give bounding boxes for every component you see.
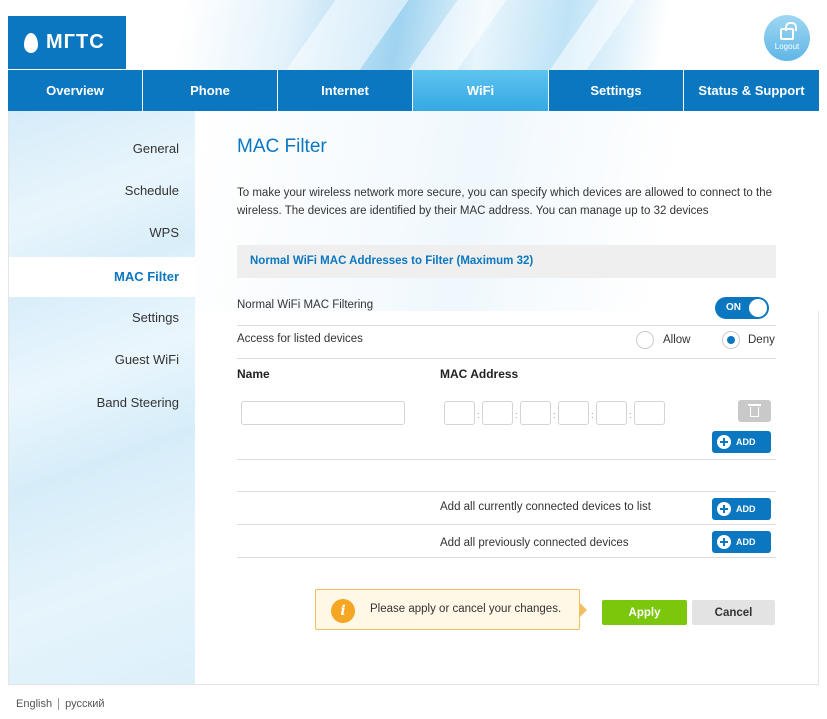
device-name-input[interactable] [241, 401, 405, 425]
tab-wifi[interactable]: WiFi [413, 70, 549, 111]
sidebar-item-guest-wifi[interactable]: Guest WiFi [9, 342, 195, 378]
mac-octet-1[interactable] [444, 401, 475, 425]
sidebar-item-general[interactable]: General [9, 131, 195, 167]
delete-entry-button[interactable] [738, 400, 771, 422]
radio-allow-label: Allow [663, 334, 691, 346]
radio-deny[interactable] [722, 331, 740, 349]
logout-button[interactable]: Logout [764, 15, 810, 61]
plus-circle-icon [717, 435, 731, 449]
add-label: ADD [736, 504, 756, 514]
egg-logo-icon [24, 32, 38, 53]
add-label: ADD [736, 437, 756, 447]
language-switcher: English русский [16, 698, 105, 711]
mac-separator: : [629, 410, 632, 420]
language-english[interactable]: English [16, 698, 52, 710]
column-header-mac: MAC Address [440, 367, 519, 381]
tab-overview[interactable]: Overview [8, 70, 143, 111]
mac-octet-4[interactable] [558, 401, 589, 425]
logout-label: Logout [774, 41, 800, 51]
tab-settings[interactable]: Settings [549, 70, 684, 111]
mac-separator: : [477, 410, 480, 420]
mac-octet-2[interactable] [482, 401, 513, 425]
tab-phone[interactable]: Phone [143, 70, 278, 111]
main-nav: Overview Phone Internet WiFi Settings St… [8, 70, 819, 111]
column-header-name: Name [237, 367, 270, 381]
sidebar-item-schedule[interactable]: Schedule [9, 173, 195, 209]
mac-octet-3[interactable] [520, 401, 551, 425]
add-connected-devices-button[interactable]: ADD [712, 498, 771, 520]
unsaved-changes-notice: i Please apply or cancel your changes. [315, 589, 587, 630]
unlock-icon [780, 21, 797, 40]
plus-circle-icon [717, 535, 731, 549]
toggle-state: ON [726, 302, 741, 313]
radio-deny-label: Deny [748, 334, 775, 346]
sidebar-item-settings[interactable]: Settings [9, 300, 195, 336]
sidebar-item-mac-filter[interactable]: MAC Filter [9, 257, 195, 297]
radio-allow[interactable] [636, 331, 654, 349]
access-label: Access for listed devices [237, 333, 363, 345]
divider [237, 358, 776, 359]
sidebar-item-band-steering[interactable]: Band Steering [9, 385, 195, 421]
brand-logo[interactable]: МГТС [8, 16, 126, 69]
page-title: MAC Filter [237, 136, 327, 157]
sidebar: General Schedule WPS MAC Filter Settings… [9, 111, 195, 684]
divider [237, 459, 776, 460]
section-header: Normal WiFi MAC Addresses to Filter (Max… [237, 245, 776, 278]
tab-status-support[interactable]: Status & Support [684, 70, 819, 111]
tab-internet[interactable]: Internet [278, 70, 413, 111]
banner-streak [248, 0, 412, 70]
language-russian[interactable]: русский [65, 698, 104, 710]
info-icon: i [331, 599, 355, 623]
page-description: To make your wireless network more secur… [237, 187, 773, 217]
mac-octet-5[interactable] [596, 401, 627, 425]
divider [237, 524, 776, 525]
add-previous-devices-button[interactable]: ADD [712, 531, 771, 553]
cancel-button[interactable]: Cancel [692, 600, 775, 625]
mac-separator: : [591, 410, 594, 420]
sidebar-item-wps[interactable]: WPS [9, 215, 195, 251]
logo-text: МГТС [46, 31, 105, 53]
trash-icon [748, 404, 761, 406]
divider [58, 698, 60, 711]
add-label: ADD [736, 537, 756, 547]
divider [237, 491, 776, 492]
apply-button[interactable]: Apply [602, 600, 687, 625]
add-connected-label: Add all currently connected devices to l… [440, 501, 651, 513]
add-previous-label: Add all previously connected devices [440, 537, 629, 549]
toggle-knob [749, 299, 767, 317]
mac-filtering-label: Normal WiFi MAC Filtering [237, 299, 374, 311]
divider [237, 325, 776, 326]
mac-separator: : [515, 410, 518, 420]
add-entry-button[interactable]: ADD [712, 431, 771, 453]
plus-circle-icon [717, 502, 731, 516]
mac-octet-6[interactable] [634, 401, 665, 425]
trash-icon-body [750, 407, 759, 417]
notice-text: Please apply or cancel your changes. [370, 603, 562, 615]
divider [237, 557, 776, 558]
banner-streak [505, 0, 645, 70]
mac-filtering-toggle[interactable]: ON [715, 297, 769, 319]
mac-separator: : [553, 410, 556, 420]
